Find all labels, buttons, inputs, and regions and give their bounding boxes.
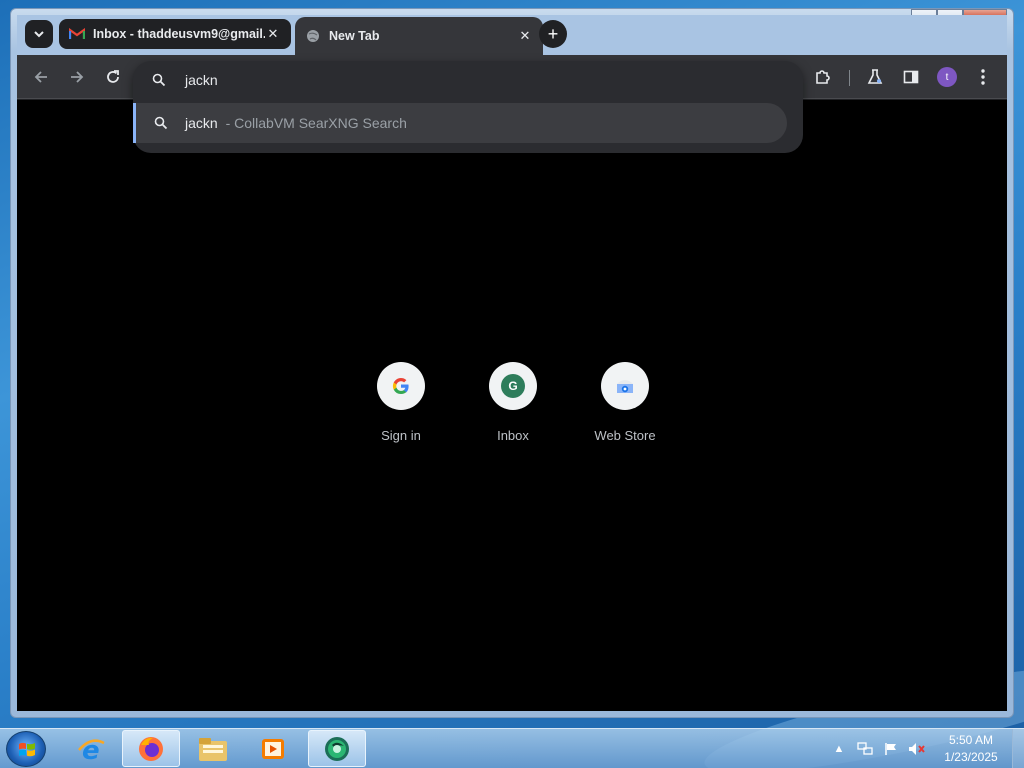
plus-icon: + [547, 23, 559, 44]
suggestion-engine: - CollabVM SearXNG Search [221, 115, 407, 131]
shortcut-icon-circle [601, 362, 649, 410]
search-icon [136, 116, 185, 130]
clock-date: 1/23/2025 [944, 750, 998, 764]
taskbar: e ▲ 5:50 AM 1/23/2025 [0, 728, 1024, 768]
tab-title: Inbox - thaddeusvm9@gmail.c [93, 27, 265, 41]
internet-explorer-icon[interactable]: e [62, 730, 120, 767]
search-icon [133, 73, 185, 87]
windows-logo-icon [19, 742, 35, 757]
new-tab-button[interactable]: + [539, 20, 567, 48]
clock[interactable]: 5:50 AM 1/23/2025 [936, 732, 1006, 766]
shortcut-icon-circle: G [489, 362, 537, 410]
shortcut-web-store[interactable]: Web Store [569, 362, 681, 443]
flask-icon [867, 69, 883, 84]
kebab-menu-icon [981, 69, 985, 85]
network-icon[interactable] [855, 739, 875, 759]
media-player-icon[interactable] [244, 730, 302, 767]
omnibox-suggestion[interactable]: jackn - CollabVM SearXNG Search [133, 103, 787, 143]
forward-button[interactable] [65, 65, 89, 89]
tab-inbox[interactable]: Inbox - thaddeusvm9@gmail.c ✕ [59, 19, 291, 49]
puzzle-icon [816, 70, 830, 84]
chrome-icon[interactable] [308, 730, 366, 767]
labs-button[interactable] [863, 65, 887, 89]
tab-new-tab[interactable]: New Tab ✕ [295, 17, 543, 55]
web-store-icon [617, 380, 633, 393]
suggestion-query: jackn [185, 115, 218, 131]
tab-search-button[interactable] [25, 20, 53, 48]
globe-icon [305, 28, 321, 44]
side-panel-button[interactable] [899, 65, 923, 89]
menu-button[interactable] [971, 65, 995, 89]
browser-window: — ▢ ✕ Inbox - thaddeusvm9@gmail.c ✕ [10, 8, 1014, 718]
chevron-down-icon [34, 31, 44, 38]
extensions-button[interactable] [811, 65, 835, 89]
shortcut-icon-circle [377, 362, 425, 410]
volume-muted-icon[interactable] [907, 739, 927, 759]
show-hidden-icons-icon[interactable]: ▲ [829, 739, 849, 759]
profile-button[interactable]: t [935, 65, 959, 89]
close-tab-icon[interactable]: ✕ [265, 26, 281, 42]
reload-button[interactable] [101, 65, 125, 89]
omnibox[interactable]: jackn [133, 61, 803, 99]
file-explorer-icon[interactable] [184, 730, 242, 767]
shortcut-sign-in[interactable]: Sign in [345, 362, 457, 443]
new-tab-page: Sign in G Inbox Web Store [17, 100, 1007, 711]
avatar: t [937, 67, 957, 87]
tab-strip: Inbox - thaddeusvm9@gmail.c ✕ New Tab ✕ … [17, 15, 1007, 55]
close-tab-icon[interactable]: ✕ [517, 28, 533, 44]
system-tray: ▲ 5:50 AM 1/23/2025 [826, 729, 1024, 768]
chrome-browser: Inbox - thaddeusvm9@gmail.c ✕ New Tab ✕ … [17, 15, 1007, 711]
action-center-flag-icon[interactable] [881, 739, 901, 759]
omnibox-input[interactable]: jackn [185, 72, 218, 88]
reload-icon [107, 70, 119, 83]
clock-time: 5:50 AM [948, 733, 994, 747]
firefox-icon[interactable] [122, 730, 180, 767]
shortcut-inbox[interactable]: G Inbox [457, 362, 569, 443]
start-button[interactable] [6, 731, 46, 767]
gmail-g-icon: G [501, 374, 525, 398]
shortcut-label: Inbox [497, 428, 529, 443]
toolbar-divider [849, 70, 850, 86]
google-g-icon [392, 377, 409, 395]
shortcut-label: Web Store [594, 428, 656, 443]
show-desktop-button[interactable] [1012, 729, 1024, 768]
omnibox-dropdown: jackn jackn - CollabVM SearXNG Search [133, 61, 803, 153]
arrow-left-icon [34, 71, 47, 83]
tab-title: New Tab [329, 29, 380, 43]
shortcut-label: Sign in [381, 428, 421, 443]
gmail-icon [69, 26, 85, 42]
back-button[interactable] [29, 65, 53, 89]
side-panel-icon [903, 70, 919, 84]
shortcut-letter: G [508, 379, 518, 393]
arrow-right-icon [71, 71, 84, 83]
